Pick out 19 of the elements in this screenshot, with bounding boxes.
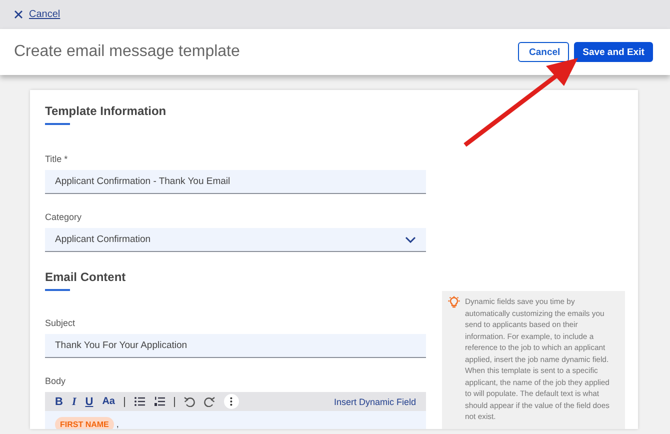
field-label: Title * [45, 154, 69, 164]
page-title: Create email message template [14, 43, 241, 61]
input-field[interactable]: Thank You For Your Application [45, 334, 426, 358]
cancel-button[interactable]: Cancel [518, 42, 569, 62]
cancel-link[interactable]: Cancel [29, 9, 60, 20]
italic-button[interactable]: I [72, 396, 76, 408]
section-heading: Email Content [45, 270, 127, 284]
insert-dynamic-field-link[interactable]: Insert Dynamic Field [334, 396, 416, 406]
underline-button[interactable]: U [85, 396, 94, 408]
section-heading: Template Information [45, 104, 168, 118]
select-field[interactable]: Applicant Confirmation [45, 228, 426, 252]
font-button[interactable]: Aa [102, 396, 115, 407]
save-button[interactable]: Save and Exit [574, 42, 653, 62]
body-editor[interactable]: FIRST NAME , [45, 411, 426, 429]
field-label: Body [45, 376, 67, 386]
field-label: Category [45, 212, 83, 222]
input-field[interactable]: Applicant Confirmation - Thank You Email [45, 170, 426, 194]
field-label: Subject [45, 318, 76, 328]
bold-button[interactable]: B [55, 396, 63, 408]
